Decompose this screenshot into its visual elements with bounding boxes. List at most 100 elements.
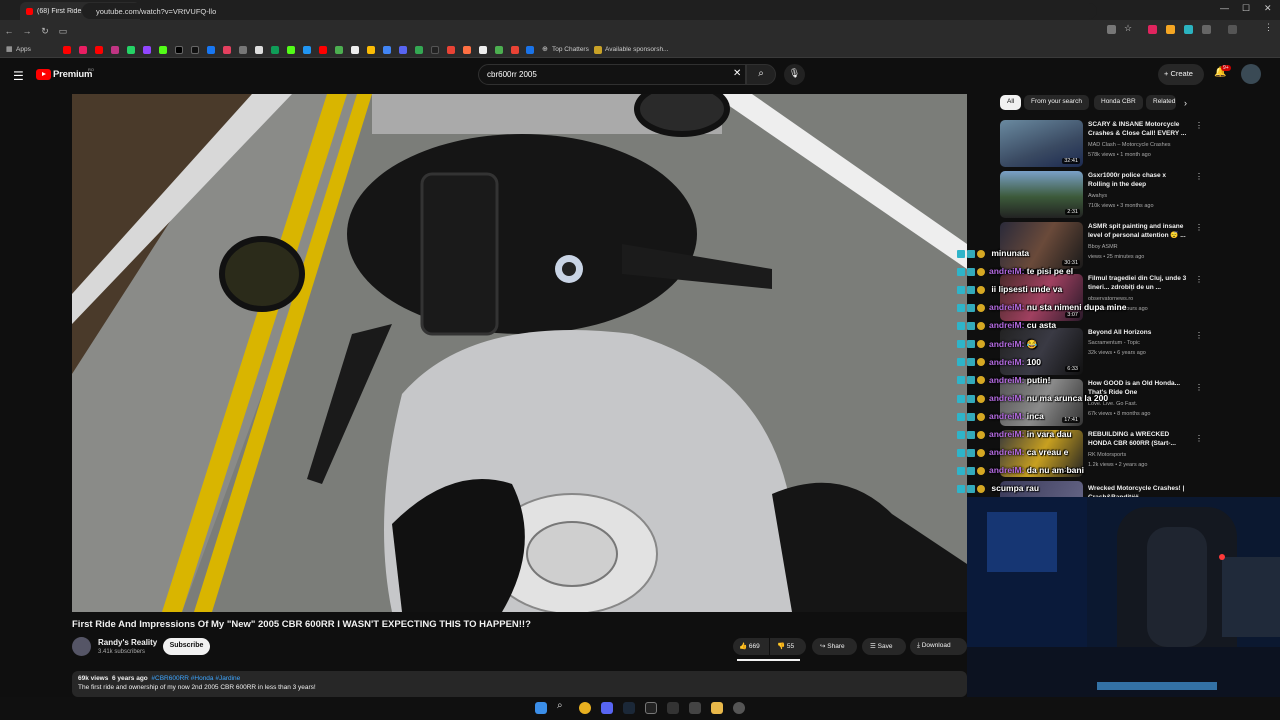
- more-options-icon[interactable]: ⋮: [1195, 121, 1203, 130]
- chip-all[interactable]: All: [1000, 95, 1022, 110]
- taskbar-search-icon[interactable]: ⌕: [557, 700, 569, 712]
- browser-menu-icon[interactable]: ⋮: [1264, 22, 1273, 32]
- recommendation-title[interactable]: ASMR spit painting and insane level of p…: [1088, 223, 1188, 240]
- save-button[interactable]: ☰ Save: [862, 638, 906, 655]
- chrome-icon[interactable]: [579, 702, 591, 714]
- channel-avatar[interactable]: [72, 637, 91, 656]
- dislike-button[interactable]: 👎 55: [770, 638, 806, 655]
- more-options-icon[interactable]: ⋮: [1195, 331, 1203, 340]
- tiktok-icon[interactable]: [191, 46, 199, 54]
- search-button[interactable]: ⌕: [746, 64, 776, 85]
- bookmark-icon[interactable]: [479, 46, 487, 54]
- recommendation-title[interactable]: Wrecked Motorcycle Crashes! | Crash&Band…: [1088, 485, 1188, 497]
- bookmark-icon[interactable]: [351, 46, 359, 54]
- address-bar[interactable]: youtube.com/watch?v=VRtVUFQ-llo: [82, 3, 1097, 19]
- bookmark-icon[interactable]: [415, 46, 423, 54]
- discord-icon[interactable]: [601, 702, 613, 714]
- whatsapp-icon[interactable]: [127, 46, 135, 54]
- bookmark-icon[interactable]: [79, 46, 87, 54]
- recommendation-item[interactable]: 2:31 Gsxr1000r police chase x Rolling in…: [1000, 171, 1203, 220]
- back-icon[interactable]: ←: [0, 26, 18, 36]
- search-input[interactable]: cbr600rr 2005: [478, 64, 746, 85]
- file-explorer-icon[interactable]: [711, 702, 723, 714]
- bookmark-icon[interactable]: [255, 46, 263, 54]
- bookmark-icon[interactable]: [271, 46, 279, 54]
- youtube-bookmark-icon[interactable]: [63, 46, 71, 54]
- obs-icon[interactable]: [733, 702, 745, 714]
- recommendation-channel[interactable]: Bboy ASMR: [1088, 244, 1118, 250]
- youtube-logo-icon[interactable]: [36, 69, 51, 80]
- forward-icon[interactable]: →: [18, 26, 36, 36]
- bookmark-icon[interactable]: [319, 46, 327, 54]
- voice-search-button[interactable]: 🎙: [784, 64, 805, 85]
- bookmark-icon[interactable]: [303, 46, 311, 54]
- chip-from-your-search[interactable]: From your search: [1024, 95, 1089, 110]
- recommendation-channel[interactable]: MAD Clash – Motorcycle Crashes: [1088, 142, 1171, 148]
- premium-logo-label[interactable]: Premium: [53, 69, 92, 80]
- subscribe-button[interactable]: Subscribe: [163, 638, 210, 655]
- recommendation-title[interactable]: REBUILDING a WRECKED HONDA CBR 600RR (St…: [1088, 431, 1188, 448]
- app-icon[interactable]: [667, 702, 679, 714]
- maximize-icon[interactable]: ☐: [1242, 3, 1250, 14]
- recommendation-channel[interactable]: RK Motorsports: [1088, 452, 1126, 458]
- bookmark-icon[interactable]: [95, 46, 103, 54]
- bookmark-icon[interactable]: [447, 46, 455, 54]
- extension-icon[interactable]: [1184, 25, 1193, 34]
- profile-icon[interactable]: [1228, 25, 1237, 34]
- bookmark-sponsorships[interactable]: Available sponsorsh...: [605, 46, 668, 53]
- recommendation-title[interactable]: SCARY & INSANE Motorcycle Crashes & Clos…: [1088, 121, 1188, 138]
- recommendation-title[interactable]: Filmul tragediei din Cluj, unde 3 tineri…: [1088, 275, 1188, 292]
- chevron-right-icon[interactable]: ›: [1184, 98, 1187, 108]
- more-options-icon[interactable]: ⋮: [1195, 383, 1203, 392]
- bookmark-star-icon[interactable]: ☆: [1124, 23, 1133, 33]
- hashtags[interactable]: #CBR600RR #Honda #Jardine: [151, 675, 240, 682]
- apps-grid-icon[interactable]: ▦: [6, 45, 13, 53]
- bookmark-top-chatters[interactable]: Top Chatters: [552, 46, 589, 53]
- bookmark-icon[interactable]: [287, 46, 295, 54]
- x-icon[interactable]: [175, 46, 183, 54]
- bookmark-icon[interactable]: [431, 46, 439, 54]
- like-button[interactable]: 👍 669: [733, 638, 769, 655]
- recommendation-channel[interactable]: Sacramentum - Topic: [1088, 340, 1140, 346]
- video-thumbnail[interactable]: 2:31: [1000, 171, 1083, 218]
- bookmark-icon[interactable]: [223, 46, 231, 54]
- more-options-icon[interactable]: ⋮: [1195, 434, 1203, 443]
- more-options-icon[interactable]: ⋮: [1195, 172, 1203, 181]
- app-icon[interactable]: [689, 702, 701, 714]
- menu-hamburger-icon[interactable]: ☰: [13, 69, 24, 83]
- chip-honda-cbr[interactable]: Honda CBR: [1094, 95, 1143, 110]
- twitch-icon[interactable]: [143, 46, 151, 54]
- bookmark-icon[interactable]: [511, 46, 519, 54]
- cast-icon[interactable]: [1107, 25, 1116, 34]
- chip-related[interactable]: Related: [1146, 95, 1176, 110]
- extensions-puzzle-icon[interactable]: [1202, 25, 1211, 34]
- kick-icon[interactable]: [159, 46, 167, 54]
- search-clear-icon[interactable]: ✕: [733, 68, 741, 79]
- recommendation-title[interactable]: Gsxr1000r police chase x Rolling in the …: [1088, 172, 1188, 189]
- bookmark-icon[interactable]: [526, 46, 534, 54]
- epic-games-icon[interactable]: [645, 702, 657, 714]
- facebook-icon[interactable]: [207, 46, 215, 54]
- recommendation-channel[interactable]: Awahys: [1088, 193, 1107, 199]
- minimize-icon[interactable]: —: [1220, 3, 1229, 13]
- window-close-icon[interactable]: ✕: [1264, 3, 1272, 14]
- extension-icon[interactable]: [1166, 25, 1175, 34]
- bookmark-icon[interactable]: [399, 46, 407, 54]
- bookmark-icon[interactable]: [383, 46, 391, 54]
- reload-icon[interactable]: ↻: [36, 26, 54, 37]
- extension-icon[interactable]: [1148, 25, 1157, 34]
- recommendation-item[interactable]: 30:31 ASMR spit painting and insane leve…: [1000, 222, 1203, 271]
- steam-icon[interactable]: [623, 702, 635, 714]
- create-button[interactable]: + Create: [1158, 64, 1204, 85]
- share-button[interactable]: ↪ Share: [812, 638, 857, 655]
- bookmark-apps[interactable]: Apps: [16, 46, 31, 53]
- download-button[interactable]: ⤓ Download: [910, 638, 967, 655]
- instagram-icon[interactable]: [111, 46, 119, 54]
- description-box[interactable]: 69k views 6 years ago #CBR600RR #Honda #…: [72, 671, 967, 697]
- more-options-icon[interactable]: ⋮: [1195, 223, 1203, 232]
- more-options-icon[interactable]: ⋮: [1195, 275, 1203, 284]
- recommendation-title[interactable]: Beyond All Horizons: [1088, 329, 1188, 338]
- bookmark-icon[interactable]: [335, 46, 343, 54]
- account-avatar[interactable]: [1241, 64, 1261, 84]
- sidebar-icon[interactable]: ▭: [54, 26, 72, 37]
